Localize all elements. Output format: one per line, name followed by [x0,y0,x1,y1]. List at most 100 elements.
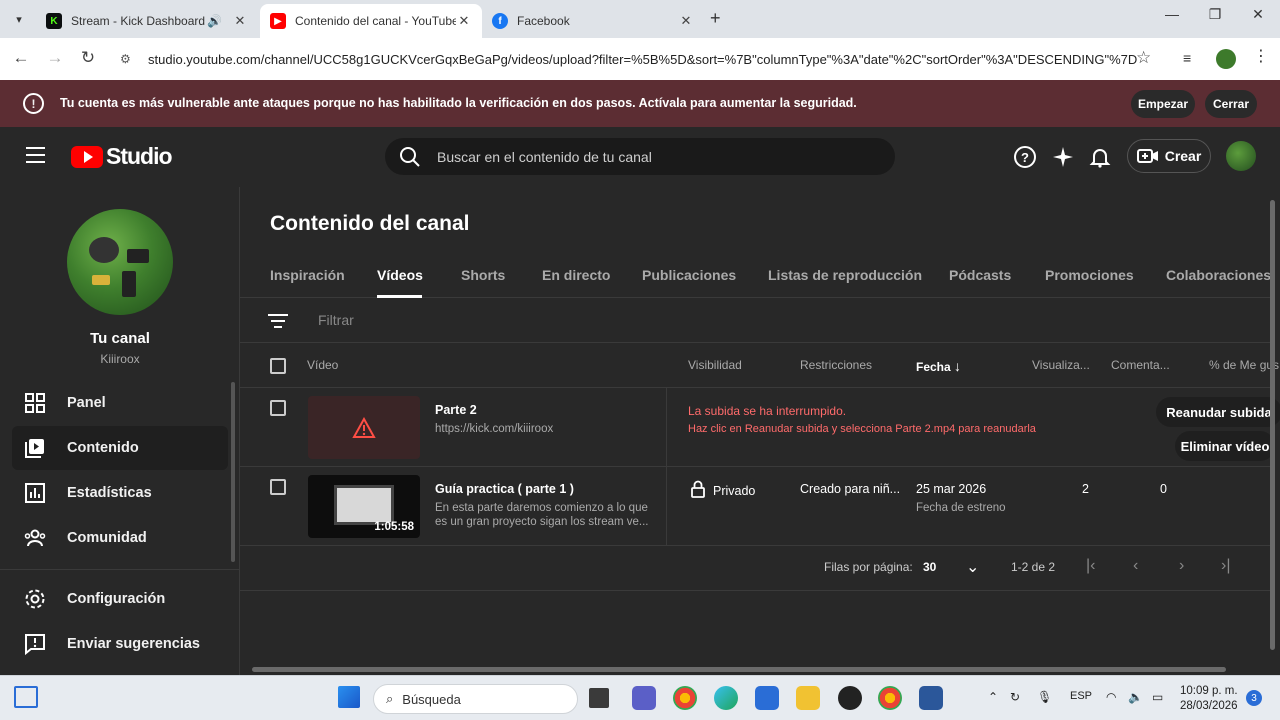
channel-avatar[interactable] [67,209,173,315]
studio-logo[interactable]: Studio [71,143,173,170]
battery-icon[interactable]: ▭ [1152,690,1163,704]
column-date[interactable]: Fecha ↓ [916,358,961,374]
minimize-icon[interactable]: — [1157,6,1187,22]
start-icon[interactable] [338,686,360,708]
tab-facebook[interactable]: f Facebook ✕ [482,4,704,38]
microphone-icon[interactable]: 🎙 [1037,690,1052,704]
chrome-profile-icon[interactable] [878,686,902,710]
sidebar-item-settings[interactable]: Configuración [12,577,228,621]
account-avatar[interactable] [1226,141,1256,171]
sidebar-item-community[interactable]: Comunidad [12,516,228,560]
filter-input[interactable]: Filtrar [318,312,354,328]
close-banner-button[interactable]: Cerrar [1205,90,1257,118]
column-divider [666,388,667,467]
video-title[interactable]: Parte 2 [435,403,477,417]
search-input[interactable] [437,148,857,165]
search-icon[interactable] [399,146,421,168]
tab-youtube-studio[interactable]: ▶ Contenido del canal - YouTube ✕ [260,4,482,38]
file-explorer-icon[interactable] [796,686,820,710]
row-checkbox[interactable] [270,400,286,416]
previous-page-icon[interactable]: ‹ [1133,557,1138,575]
filter-bar: Filtrar [240,298,1270,343]
sidebar-scrollbar[interactable] [231,382,235,562]
tab-inspiracion[interactable]: Inspiración [270,267,345,283]
word-icon[interactable] [919,686,943,710]
video-thumbnail[interactable]: 1:05:58 [308,475,420,538]
close-window-icon[interactable]: ✕ [1243,6,1273,23]
store-icon[interactable] [755,686,779,710]
date-cell: 25 mar 2026 [916,482,987,496]
tab-colaboraciones[interactable]: Colaboraciones [1166,267,1271,283]
create-button[interactable]: Crear [1127,139,1211,173]
sort-down-icon: ↓ [954,358,962,374]
reload-icon[interactable]: ↻ [76,48,100,68]
menu-icon[interactable] [26,147,45,163]
forward-icon[interactable]: → [43,48,67,68]
tab-en-directo[interactable]: En directo [542,267,610,283]
notifications-icon[interactable] [1088,145,1112,169]
start-button[interactable]: Empezar [1131,90,1195,118]
first-page-icon[interactable]: |‹ [1086,557,1095,575]
video-description: https://kick.com/kiiiroox [435,423,554,435]
visibility-cell[interactable]: Privado [690,480,755,498]
taskbar-search[interactable]: ⌕ Búsqueda [373,684,578,714]
row-checkbox[interactable] [270,479,286,495]
table-row[interactable]: Parte 2 https://kick.com/kiiiroox La sub… [240,388,1280,467]
sidebar-item-content[interactable]: Contenido [12,426,228,470]
browser-menu-icon[interactable]: ⋮ [1253,46,1269,66]
tab-videos[interactable]: Vídeos [377,267,423,283]
media-queue-icon[interactable]: ≡ [1183,50,1191,66]
new-tab-button[interactable]: + [710,8,721,29]
sidebar-item-panel[interactable]: Panel [12,381,228,425]
notification-badge[interactable]: 3 [1246,690,1262,706]
table-row[interactable]: 1:05:58 Guía practica ( parte 1 ) En est… [240,467,1270,546]
chevron-down-icon[interactable]: ⌄ [966,557,979,577]
language-indicator[interactable]: ESP [1070,690,1092,702]
sparkle-icon[interactable] [1051,145,1075,169]
wifi-icon[interactable]: ◠ [1106,690,1116,704]
chrome-icon[interactable] [673,686,697,710]
site-info-icon[interactable]: ⚙ [120,52,140,66]
rows-per-page-value[interactable]: 30 [923,560,936,574]
sync-icon[interactable]: ↻ [1010,690,1020,704]
tab-promociones[interactable]: Promociones [1045,267,1134,283]
url-field[interactable]: ⚙ studio.youtube.com/channel/UCC58g1GUCK… [120,44,1160,74]
close-tab-icon[interactable]: ✕ [456,13,472,29]
video-thumbnail[interactable] [308,396,420,459]
maximize-icon[interactable]: ❐ [1200,6,1230,23]
tab-kick[interactable]: K Stream - Kick Dashboard 🔊 ✕ [36,4,258,38]
video-title[interactable]: Guía practica ( parte 1 ) [435,482,574,496]
delete-video-button[interactable]: Eliminar vídeo [1175,431,1275,461]
sidebar-item-feedback[interactable]: Enviar sugerencias [12,622,228,666]
main-scrollbar[interactable] [1270,200,1275,650]
bookmark-star-icon[interactable]: ☆ [1136,48,1151,68]
sidebar-item-analytics[interactable]: Estadísticas [12,471,228,515]
profile-avatar-icon[interactable] [1216,49,1236,69]
close-tab-icon[interactable]: ✕ [678,13,694,29]
tab-podcasts[interactable]: Pódcasts [949,267,1011,283]
speaker-icon[interactable]: 🔊 [207,14,222,28]
task-view-icon[interactable] [589,688,609,708]
tab-search-icon[interactable]: ▾ [8,8,30,30]
help-icon[interactable]: ? [1013,145,1037,169]
facebook-icon: f [492,13,508,29]
clock[interactable]: 10:09 p. m. 28/03/2026 [1180,684,1238,714]
tab-listas[interactable]: Listas de reproducción [768,267,922,283]
feedback-icon [23,632,47,656]
resume-upload-button[interactable]: Reanudar subida [1156,397,1280,427]
tab-publicaciones[interactable]: Publicaciones [642,267,736,283]
widgets-icon[interactable] [14,686,38,708]
volume-icon[interactable]: 🔈 [1128,690,1143,704]
last-page-icon[interactable]: ›| [1221,557,1230,575]
teams-icon[interactable] [632,686,656,710]
edge-icon[interactable] [714,686,738,710]
close-tab-icon[interactable]: ✕ [232,13,248,29]
tab-shorts[interactable]: Shorts [461,267,505,283]
back-icon[interactable]: ← [9,48,33,68]
select-all-checkbox[interactable] [270,358,286,374]
next-page-icon[interactable]: › [1179,557,1184,575]
chevron-up-icon[interactable]: ⌃ [988,690,998,704]
filter-icon[interactable] [268,314,288,328]
horizontal-scrollbar[interactable] [252,667,1226,672]
app-icon[interactable] [838,686,862,710]
